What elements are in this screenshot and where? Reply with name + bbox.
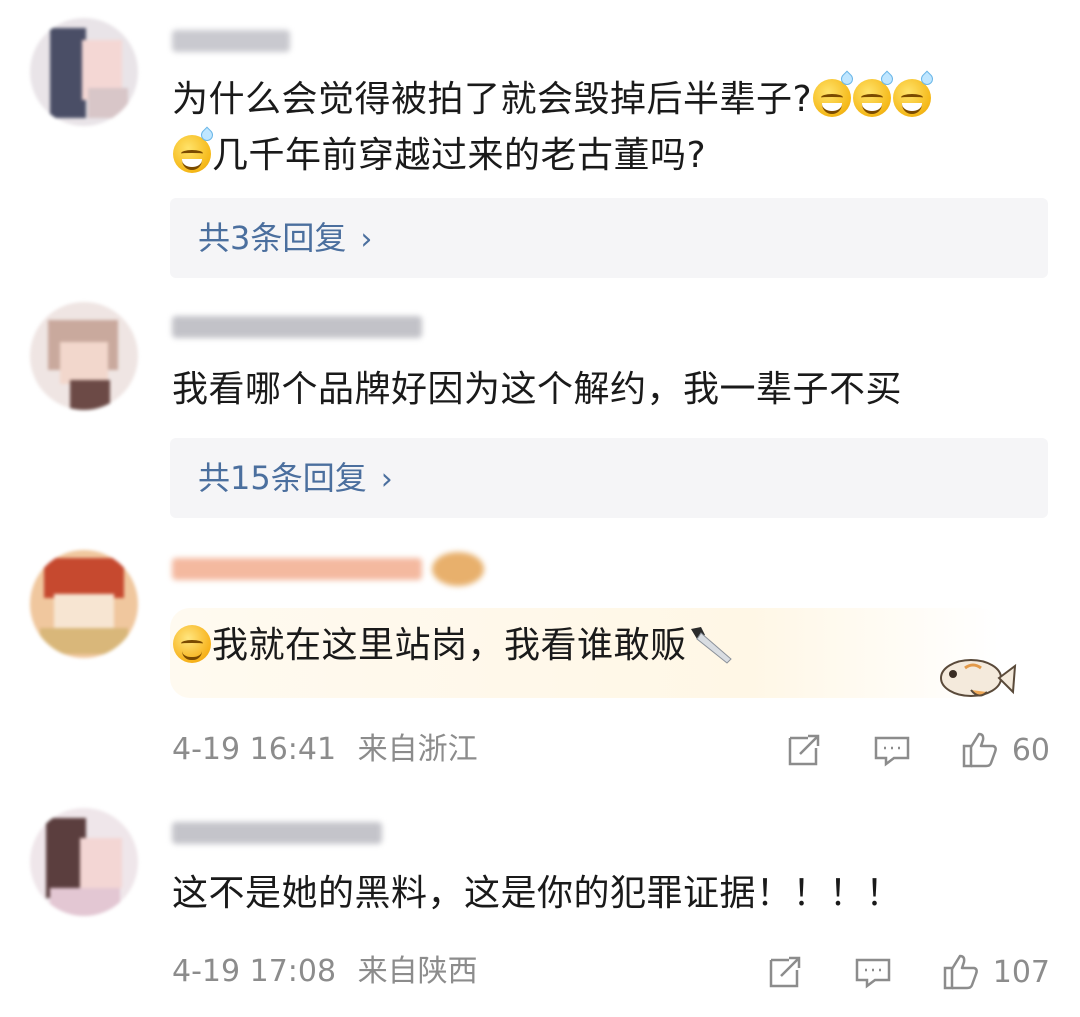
thumbs-up-icon	[943, 954, 978, 990]
fish-sticker-icon	[940, 659, 1017, 697]
reply-box[interactable]: 共15条回复 ›	[170, 438, 1048, 518]
location: 来自陕西	[357, 954, 478, 989]
knife-emoji-icon	[690, 627, 732, 664]
comment-text: 我看哪个品牌好因为这个解约，我一辈子不买	[172, 369, 903, 410]
timestamp: 4-19 16:41	[172, 732, 337, 767]
username-blurred[interactable]	[172, 822, 382, 844]
comment-text: 这不是她的黑料，这是你的犯罪证据！！！！	[172, 873, 903, 914]
reply-box[interactable]: 共3条回复 ›	[170, 198, 1048, 278]
like-button[interactable]: 60	[960, 730, 1050, 770]
username-blurred[interactable]	[172, 30, 290, 52]
share-icon	[769, 956, 800, 988]
location: 来自浙江	[357, 732, 478, 767]
chevron-right-icon: ›	[360, 222, 373, 257]
username-blurred[interactable]	[172, 558, 422, 580]
sweat-smile-emoji-icon	[853, 70, 896, 117]
share-icon	[788, 734, 820, 766]
comment-icon	[855, 958, 890, 989]
sweat-smile-emoji-icon	[173, 126, 216, 173]
action-bar: 60	[736, 730, 1050, 770]
action-bar: 107	[717, 952, 1050, 992]
avatar[interactable]	[30, 302, 138, 410]
blush-emoji-icon	[173, 625, 211, 663]
comment-meta: 4-19 16:41 来自浙江	[172, 730, 478, 770]
comment-text-line2: 几千年前穿越过来的老古董吗?	[172, 126, 706, 184]
like-button[interactable]: 107	[941, 952, 1050, 992]
share-button[interactable]	[765, 952, 805, 992]
chevron-right-icon: ›	[380, 462, 393, 497]
username-blurred[interactable]	[172, 316, 422, 338]
like-count: 107	[992, 954, 1050, 990]
comment-text: 为什么会觉得被拍了就会毁掉后半辈子?	[172, 70, 936, 128]
view-replies-link[interactable]: 共3条回复 ›	[198, 214, 372, 264]
comment-button[interactable]	[853, 952, 893, 992]
like-count: 60	[1011, 732, 1050, 768]
avatar[interactable]	[30, 808, 138, 916]
comment-button[interactable]	[872, 730, 912, 770]
avatar[interactable]	[30, 550, 138, 658]
sweat-smile-emoji-icon	[813, 70, 856, 117]
view-replies-link[interactable]: 共15条回复 ›	[198, 454, 393, 504]
avatar[interactable]	[30, 18, 138, 126]
thumbs-up-icon	[962, 732, 997, 768]
sweat-smile-emoji-icon	[893, 70, 936, 117]
comment-meta: 4-19 17:08 来自陕西	[172, 952, 478, 992]
comment-icon	[874, 736, 910, 767]
badge-blurred	[432, 552, 484, 586]
comment-text: 我就在这里站岗，我看谁敢贩	[172, 618, 735, 674]
share-button[interactable]	[784, 730, 824, 770]
timestamp: 4-19 17:08	[172, 954, 337, 989]
